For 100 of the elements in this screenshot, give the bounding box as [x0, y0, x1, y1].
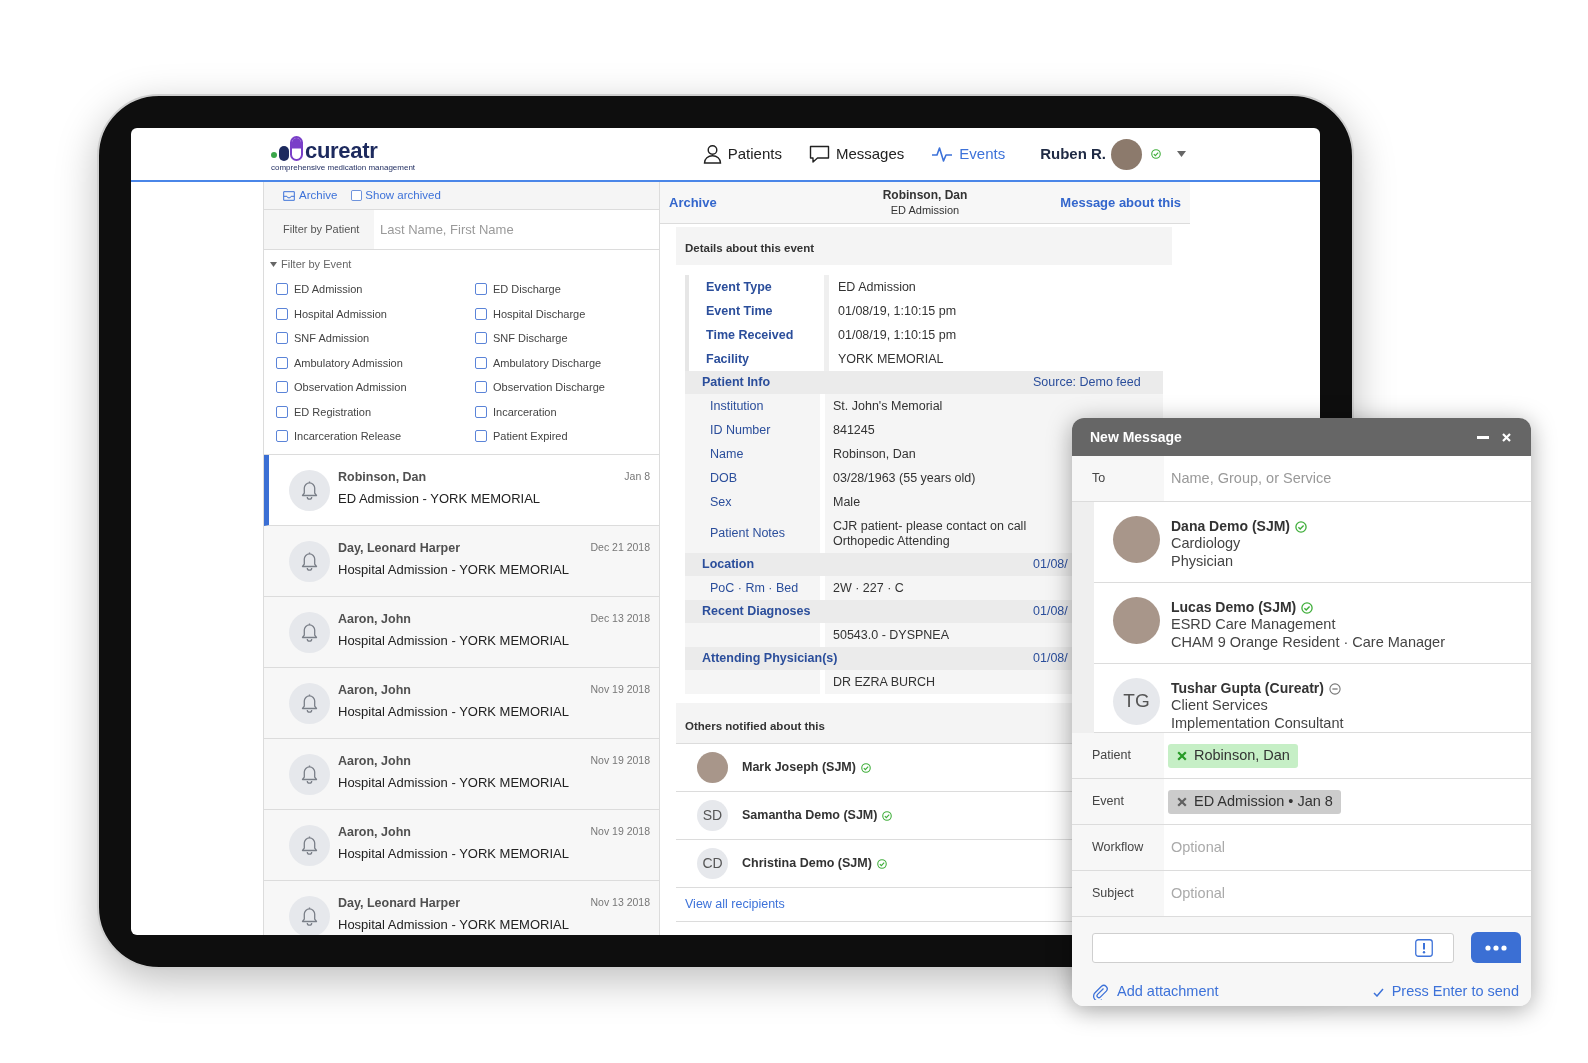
event-list-item[interactable]: Aaron, John Nov 19 2018 Hospital Admission - YORK MEMORIAL	[264, 810, 659, 881]
checkbox[interactable]	[276, 307, 288, 320]
checkbox-label[interactable]: Ambulatory Admission	[294, 354, 403, 371]
checkbox-label[interactable]: ED Registration	[294, 403, 372, 420]
event-date: Dec 13 2018	[590, 611, 650, 627]
field-value: YORK MEMORIAL	[837, 350, 945, 368]
field-label: Event Time	[685, 299, 829, 323]
checkbox[interactable]	[276, 381, 288, 394]
filter-toggle[interactable]: Filter by Event	[270, 257, 352, 271]
field-label: To	[1072, 456, 1164, 501]
field-label: Workflow	[1072, 825, 1164, 870]
checkbox-label[interactable]: Incarceration	[493, 403, 557, 420]
checkbox[interactable]	[276, 430, 288, 443]
contact-detail: Cardiology	[1171, 535, 1242, 553]
archive-button[interactable]: Archive	[669, 192, 717, 213]
field-label: DOB	[685, 466, 820, 490]
nav-tab[interactable]: Messages	[808, 142, 905, 166]
event-list-item[interactable]: Aaron, John Dec 13 2018 Hospital Admission - YORK MEMORIAL	[264, 597, 659, 668]
avatar-photo	[1113, 597, 1160, 644]
caret-icon[interactable]	[1177, 151, 1186, 157]
details-heading: Details about this event	[676, 227, 1172, 265]
checkbox[interactable]	[475, 332, 487, 345]
bell-icon	[289, 824, 330, 866]
checkbox-label[interactable]: SNF Admission	[294, 330, 370, 347]
selection-chip[interactable]: ED Admission • Jan 8	[1168, 789, 1341, 814]
field-value: 01/08/19, 1:10:15 pm	[837, 302, 958, 320]
message-link[interactable]: Message about this	[1060, 192, 1181, 213]
checkbox[interactable]	[276, 405, 288, 418]
attachment-link[interactable]: Add attachment	[1092, 981, 1219, 1003]
checkbox-label[interactable]: Patient Expired	[493, 428, 568, 445]
nav-tab[interactable]: Events	[931, 142, 1006, 166]
field-value: 01/08/19, 1:10:15 pm	[837, 326, 958, 344]
checkbox[interactable]	[475, 381, 487, 394]
remove-icon	[1177, 750, 1187, 761]
bell-icon	[289, 895, 330, 935]
selection-chip[interactable]: Robinson, Dan	[1168, 743, 1298, 768]
event-date: Jan 8	[624, 469, 650, 485]
paperclip-icon	[1092, 984, 1108, 1000]
suggestion-item[interactable]: Dana Demo (SJM) Cardiology Physician	[1094, 502, 1531, 583]
priority-icon[interactable]	[1415, 938, 1434, 957]
checkbox-label[interactable]: Hospital Admission	[294, 305, 387, 322]
event-list-item[interactable]: Aaron, John Nov 19 2018 Hospital Admission - YORK MEMORIAL	[264, 739, 659, 810]
contact-name: Dana Demo (SJM)	[1171, 517, 1291, 536]
checkbox-label[interactable]: ED Admission	[294, 281, 363, 298]
pills-logo-icon	[271, 136, 304, 161]
section-title: Recent Diagnoses	[702, 603, 812, 621]
suggestion-item[interactable]: Lucas Demo (SJM) ESRD Care Management CHAM 9 Orange Resident · Care Manager	[1094, 583, 1531, 664]
patient-name: Aaron, John	[338, 823, 411, 841]
checkbox[interactable]	[475, 430, 487, 443]
view-all-link[interactable]: View all recipients	[685, 895, 785, 914]
patient-name: Robinson, Dan	[882, 188, 968, 203]
send-button[interactable]	[1471, 932, 1521, 963]
logo-tagline: comprehensive medication management	[271, 163, 416, 172]
event-list-item[interactable]: Day, Leonard Harper Nov 13 2018 Hospital Admission - YORK MEMORIAL	[264, 881, 659, 935]
checkbox-label[interactable]: SNF Discharge	[493, 330, 568, 347]
archive-button[interactable]: Archive	[283, 186, 338, 205]
event-date: Nov 19 2018	[590, 682, 650, 698]
person-name: Samantha Demo (SJM)	[742, 807, 878, 825]
section-title: Patient Info	[702, 374, 772, 392]
checkbox[interactable]	[276, 283, 288, 296]
minimize-icon[interactable]	[1477, 435, 1489, 439]
checkbox[interactable]	[351, 190, 363, 201]
checkbox[interactable]	[475, 307, 487, 320]
user-name: Ruben R.	[1040, 143, 1106, 164]
field-value: ED Admission	[837, 278, 917, 296]
checkbox[interactable]	[475, 405, 487, 418]
close-icon[interactable]	[1502, 432, 1511, 442]
contact-detail: CHAM 9 Orange Resident · Care Manager	[1171, 633, 1445, 651]
checkbox-label[interactable]: Incarceration Release	[294, 428, 401, 445]
nav-tab[interactable]: Patients	[702, 142, 782, 166]
message-field[interactable]	[1092, 932, 1455, 963]
field-label: Subject	[1072, 871, 1164, 916]
event-list-item[interactable]: Robinson, Dan Jan 8 ED Admission - YORK MEMORIAL	[264, 455, 659, 526]
event-type-label: ED Admission	[890, 203, 960, 217]
event-description: Hospital Admission - YORK MEMORIAL	[338, 704, 570, 720]
checkbox[interactable]	[475, 283, 487, 296]
event-description: ED Admission - YORK MEMORIAL	[338, 491, 542, 507]
checkbox-label[interactable]: Ambulatory Discharge	[493, 354, 602, 371]
checkbox-label[interactable]: ED Discharge	[493, 281, 561, 298]
section-title: Location	[702, 556, 756, 574]
field-label: Time Received	[685, 323, 829, 347]
contact-detail: Implementation Consultant	[1171, 714, 1344, 732]
checkbox-label[interactable]: Hospital Discharge	[493, 305, 586, 322]
avatar-photo	[1111, 138, 1142, 170]
checkbox[interactable]	[475, 356, 487, 369]
enter-to-send-toggle[interactable]: Press Enter to send	[1372, 981, 1519, 1003]
contact-name: Lucas Demo (SJM)	[1171, 598, 1297, 617]
field-label: Event Type	[685, 275, 829, 299]
checkbox-label[interactable]: Observation Admission	[294, 379, 407, 396]
event-list-item[interactable]: Day, Leonard Harper Dec 21 2018 Hospital Admission - YORK MEMORIAL	[264, 526, 659, 597]
checkbox[interactable]	[276, 332, 288, 345]
event-date: Nov 19 2018	[590, 824, 650, 840]
avatar-photo	[1113, 516, 1160, 563]
field-label: Patient Notes	[685, 514, 820, 553]
event-list-item[interactable]: Aaron, John Nov 19 2018 Hospital Admission - YORK MEMORIAL	[264, 668, 659, 739]
checkbox-label[interactable]: Observation Discharge	[493, 379, 605, 396]
person-name: Christina Demo (SJM)	[742, 855, 872, 873]
checkbox[interactable]	[276, 356, 288, 369]
field-label: PoC · Rm · Bed	[685, 576, 820, 600]
checkbox-label[interactable]: Show archived	[365, 186, 441, 205]
